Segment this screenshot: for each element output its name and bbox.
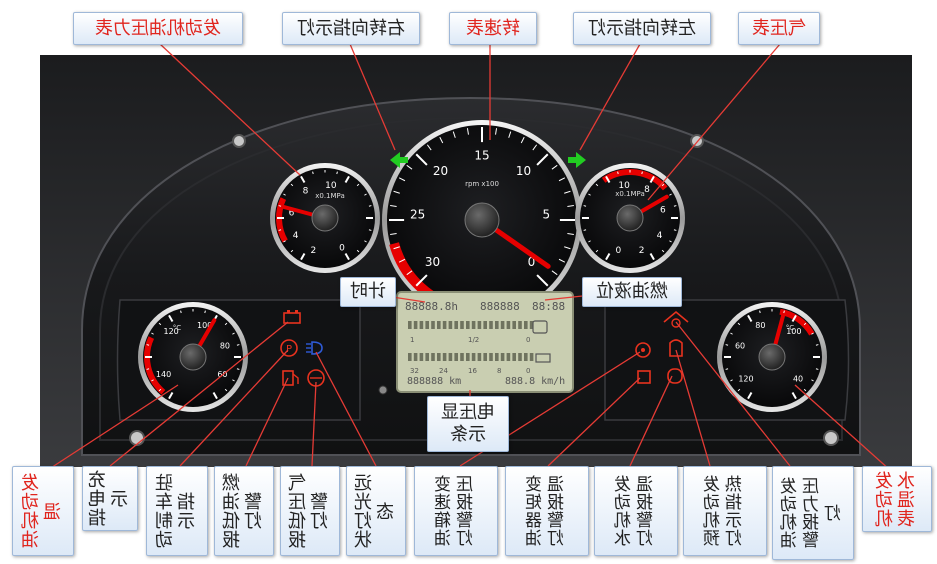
tick-label: 80 bbox=[220, 341, 230, 350]
label-trans-oil-pressure: 变速箱油压报警灯 bbox=[414, 466, 498, 556]
lcd-clock: 88:88 bbox=[532, 300, 565, 313]
label-parking-brake: 驻车制动指示 bbox=[146, 466, 208, 556]
label-engine-water-temp-alarm: 发动机水温报警灯 bbox=[594, 466, 678, 556]
gauge-hub bbox=[758, 343, 786, 371]
label-water-temp-gauge: 发动机水温表 bbox=[862, 466, 932, 532]
label-fuel-level: 燃油液位 bbox=[582, 277, 682, 307]
label-clock: 计时 bbox=[340, 277, 396, 307]
tick-mark bbox=[204, 310, 206, 314]
tick-mark bbox=[783, 310, 785, 314]
tick-label: 2 bbox=[311, 246, 317, 256]
tick-label: 4 bbox=[657, 231, 663, 241]
instrument-cluster-diagram: { "top_labels": { "oil_pressure_gauge": … bbox=[0, 0, 937, 564]
tick-mark bbox=[583, 205, 587, 207]
tick-label: 140 bbox=[156, 370, 171, 379]
tachometer-gauge: 302520151050rpm x100 bbox=[382, 120, 582, 320]
label-torque-oil-temp: 变矩器油温报警灯 bbox=[505, 466, 589, 556]
tick-mark bbox=[368, 229, 372, 231]
tick-mark bbox=[815, 344, 819, 346]
tick-mark bbox=[278, 205, 282, 207]
lcd-odometer: 888888 km bbox=[407, 376, 461, 387]
tick-label: 40 bbox=[793, 375, 803, 384]
tick-mark bbox=[336, 171, 338, 175]
tick-mark bbox=[673, 205, 677, 207]
tick-mark bbox=[725, 368, 729, 370]
label-air-pressure-gauge: 气压表 bbox=[738, 12, 820, 45]
lcd-scale-label: 1/2 bbox=[468, 336, 479, 344]
label-oil-temp: 发动机油温 bbox=[12, 466, 74, 556]
tick-mark bbox=[641, 171, 643, 175]
tick-label: 4 bbox=[293, 231, 299, 241]
lcd-display: 88888.8h 888888 88:88 1 1/2 0 32 24 16 8 0 8888… bbox=[396, 291, 574, 393]
tick-mark bbox=[146, 344, 150, 346]
lcd-scale-label: 32 bbox=[410, 367, 419, 375]
lcd-scale-label: 0 bbox=[526, 367, 530, 375]
tick-mark bbox=[673, 229, 677, 231]
tick-label: 80 bbox=[755, 321, 765, 330]
label-fuel-low: 燃油低报警灯 bbox=[214, 466, 274, 556]
label-left-turn: 左转向指示灯 bbox=[573, 12, 711, 45]
gauge-hub bbox=[179, 343, 207, 371]
lcd-speed: 888.8 km/h bbox=[505, 376, 565, 387]
tick-label: 2 bbox=[639, 246, 645, 256]
gauge-unit: x0.1MPa bbox=[315, 192, 345, 200]
gauge-hub bbox=[311, 204, 339, 232]
tick-label: 25 bbox=[410, 208, 425, 222]
tick-label: 5 bbox=[543, 208, 551, 222]
oil-pressure-gauge: 108642 0x0.1MPa bbox=[270, 163, 380, 273]
tick-mark bbox=[725, 344, 729, 346]
tick-mark bbox=[146, 368, 150, 370]
tick-label: 0 bbox=[339, 244, 345, 254]
gauge-unit: °C bbox=[173, 324, 182, 332]
oil-temp-gauge: 1001201408060°C bbox=[138, 302, 248, 412]
tick-label: 120 bbox=[738, 375, 753, 384]
lcd-scale-label: 16 bbox=[468, 367, 477, 375]
lcd-scale-label: 0 bbox=[526, 336, 530, 344]
tick-mark bbox=[278, 229, 282, 231]
tick-mark bbox=[759, 310, 761, 314]
tick-mark bbox=[368, 205, 372, 207]
tick-mark bbox=[180, 310, 182, 314]
label-voltage-bar: 电压显示条 bbox=[427, 396, 509, 452]
tick-label: 15 bbox=[474, 149, 489, 163]
tick-label: 30 bbox=[425, 255, 440, 269]
tick-label: 6 bbox=[660, 205, 666, 215]
gauge-hub bbox=[616, 204, 644, 232]
gauge-unit: rpm x100 bbox=[465, 180, 499, 188]
gauge-unit: x0.1MPa bbox=[615, 190, 645, 198]
lcd-trip: 888888 bbox=[480, 300, 520, 313]
gauge-unit: °C bbox=[786, 324, 795, 332]
label-right-turn: 右转向指示灯 bbox=[282, 12, 420, 45]
tick-label: 8 bbox=[303, 186, 309, 196]
tick-mark bbox=[583, 229, 587, 231]
air-pressure-gauge: 10 86420x0.1MPa bbox=[575, 163, 685, 273]
tick-label: 10 bbox=[516, 164, 531, 178]
tick-mark bbox=[312, 171, 314, 175]
label-oil-pressure-gauge: 发动机油压力表 bbox=[73, 12, 243, 45]
tick-mark bbox=[617, 171, 619, 175]
tick-mark bbox=[236, 344, 240, 346]
label-engine-oil-pressure-alarm: 发动机油压力报警灯 bbox=[772, 466, 854, 560]
tick-label: 10 bbox=[325, 181, 337, 191]
tick-label: 60 bbox=[735, 341, 745, 350]
tick-label: 0 bbox=[616, 246, 622, 256]
tick-mark bbox=[236, 368, 240, 370]
tick-label: 8 bbox=[644, 185, 650, 195]
lcd-scale-label: 24 bbox=[439, 367, 448, 375]
label-air-low: 气压低报警灯 bbox=[280, 466, 340, 556]
svg-text:P: P bbox=[286, 344, 292, 355]
label-tachometer: 转速表 bbox=[449, 12, 537, 45]
lcd-scale-label: 1 bbox=[410, 336, 414, 344]
tick-label: 20 bbox=[433, 164, 448, 178]
gauge-hub bbox=[464, 202, 500, 238]
label-high-beam: 远光灯状态 bbox=[346, 466, 406, 556]
tick-mark bbox=[815, 368, 819, 370]
label-charging: 充电指示 bbox=[82, 466, 138, 531]
lcd-hours: 88888.8h bbox=[405, 300, 458, 313]
lcd-scale-label: 8 bbox=[497, 367, 501, 375]
label-engine-preheat: 发动机预热指示灯 bbox=[683, 466, 767, 556]
